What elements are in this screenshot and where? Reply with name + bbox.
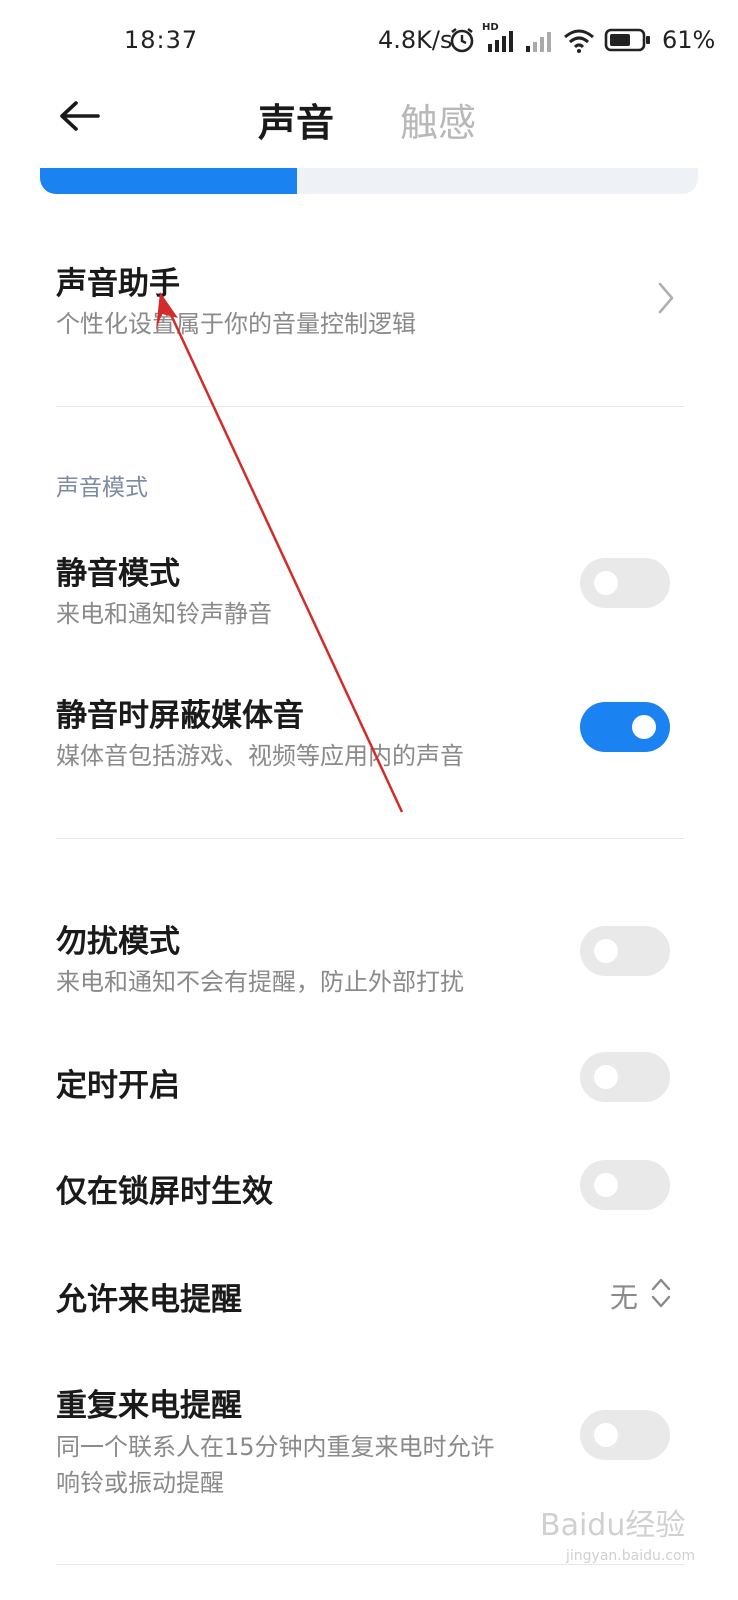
toggle-knob xyxy=(594,1173,618,1197)
toggle-knob xyxy=(594,1423,618,1447)
sound-assistant-subtitle: 个性化设置属于你的音量控制逻辑 xyxy=(56,310,416,338)
toggle-knob xyxy=(632,715,656,739)
chevron-right-icon xyxy=(658,282,674,314)
repeat-calls-subtitle-line2: 响铃或振动提醒 xyxy=(56,1469,224,1497)
section-label-sound-mode: 声音模式 xyxy=(56,475,148,501)
lock-only-toggle[interactable] xyxy=(580,1160,670,1210)
mute-media-toggle[interactable] xyxy=(580,702,670,752)
baidu-watermark: Baidu经验 xyxy=(540,1508,686,1543)
sound-assistant-title: 声音助手 xyxy=(56,266,180,302)
toggle-knob xyxy=(594,571,618,595)
repeat-calls-toggle[interactable] xyxy=(580,1410,670,1460)
tab-sound[interactable]: 声音 xyxy=(258,92,334,147)
toggle-knob xyxy=(594,939,618,963)
divider xyxy=(56,838,684,839)
volume-slider[interactable] xyxy=(40,168,698,194)
volume-slider-fill xyxy=(40,168,297,194)
tab-haptics[interactable]: 触感 xyxy=(400,92,476,147)
back-arrow-icon[interactable] xyxy=(56,94,104,142)
allow-calls-item[interactable]: 允许来电提醒 xyxy=(56,1274,684,1319)
toggle-knob xyxy=(594,1065,618,1089)
sound-assistant-item[interactable]: 声音助手 个性化设置属于你的音量控制逻辑 xyxy=(56,258,684,341)
alarm-icon xyxy=(450,27,474,53)
signal-icon xyxy=(526,32,551,52)
up-down-chevron-icon[interactable] xyxy=(650,1276,672,1310)
battery-percent: 61% xyxy=(662,26,716,54)
baidu-watermark-url: jingyan.baidu.com xyxy=(566,1548,696,1564)
signal-hd-icon xyxy=(488,31,513,52)
annotation-arrow-icon xyxy=(156,292,404,813)
status-bar: 18:37 4.8K/s HD 61% xyxy=(0,0,738,84)
allow-calls-title: 允许来电提醒 xyxy=(56,1282,242,1318)
scheduled-toggle[interactable] xyxy=(580,1052,670,1102)
network-speed: 4.8K/s xyxy=(378,26,453,54)
divider xyxy=(56,406,684,407)
silent-mode-toggle[interactable] xyxy=(580,558,670,608)
divider xyxy=(56,1564,684,1565)
battery-icon xyxy=(604,28,650,52)
status-time: 18:37 xyxy=(124,26,199,54)
wifi-icon xyxy=(564,29,594,53)
allow-calls-value[interactable]: 无 xyxy=(610,1276,638,1316)
dnd-toggle[interactable] xyxy=(580,926,670,976)
